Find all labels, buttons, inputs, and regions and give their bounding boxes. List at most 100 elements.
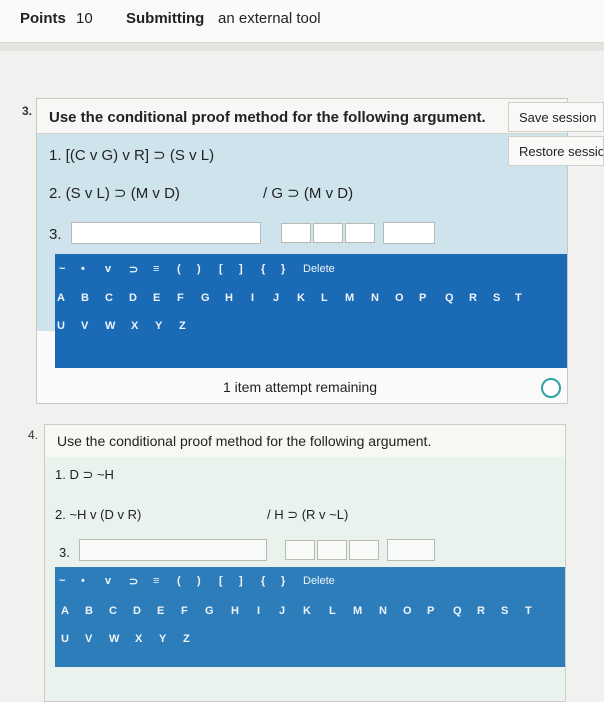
key-x[interactable]: X — [131, 320, 138, 332]
key-lparen[interactable]: ( — [177, 263, 181, 275]
key-g[interactable]: G — [201, 292, 210, 304]
key-l[interactable]: L — [329, 605, 336, 617]
key-equiv[interactable]: ≡ — [153, 263, 159, 275]
save-session-button[interactable]: Save session — [508, 102, 604, 132]
premise-2: 2. (S v L) ⊃ (M v D) — [49, 185, 180, 202]
submitting-label: Submitting — [126, 10, 205, 27]
key-w[interactable]: W — [109, 633, 119, 645]
key-lbrace[interactable]: { — [261, 263, 265, 275]
key-r[interactable]: R — [477, 605, 485, 617]
key-o[interactable]: O — [395, 292, 404, 304]
key-d[interactable]: D — [129, 292, 137, 304]
key-lbrace[interactable]: { — [261, 575, 265, 587]
question-3-panel: Use the conditional proof method for the… — [36, 98, 568, 404]
key-m[interactable]: M — [353, 605, 362, 617]
key-q[interactable]: Q — [445, 292, 454, 304]
key-r[interactable]: R — [469, 292, 477, 304]
points-label: Points — [20, 10, 66, 27]
key-v[interactable]: V — [81, 320, 88, 332]
key-g[interactable]: G — [205, 605, 214, 617]
question-3-prompt: Use the conditional proof method for the… — [49, 109, 486, 126]
formula-input[interactable] — [71, 222, 261, 244]
key-tilde[interactable]: ~ — [59, 263, 65, 275]
key-b[interactable]: B — [85, 605, 93, 617]
key-i[interactable]: I — [251, 292, 254, 304]
key-u[interactable]: U — [61, 633, 69, 645]
key-y[interactable]: Y — [155, 320, 162, 332]
key-h[interactable]: H — [231, 605, 239, 617]
key-q[interactable]: Q — [453, 605, 462, 617]
justification-line-input-1[interactable] — [281, 223, 311, 243]
key-e[interactable]: E — [157, 605, 164, 617]
restore-session-button[interactable]: Restore session — [508, 136, 604, 166]
key-e[interactable]: E — [153, 292, 160, 304]
key-x[interactable]: X — [135, 633, 142, 645]
key-b[interactable]: B — [81, 292, 89, 304]
key-c[interactable]: C — [109, 605, 117, 617]
key-y[interactable]: Y — [159, 633, 166, 645]
key-implies[interactable]: ⊃ — [129, 575, 138, 588]
key-rparen[interactable]: ) — [197, 263, 201, 275]
key-lparen[interactable]: ( — [177, 575, 181, 587]
key-k[interactable]: K — [297, 292, 305, 304]
conclusion: / H ⊃ (R v ~L) — [267, 507, 349, 522]
key-a[interactable]: A — [61, 605, 69, 617]
key-f[interactable]: F — [177, 292, 184, 304]
key-rbracket[interactable]: ] — [239, 575, 243, 587]
question-4-prompt: Use the conditional proof method for the… — [57, 433, 432, 449]
key-delete[interactable]: Delete — [303, 263, 335, 275]
key-lbracket[interactable]: [ — [219, 575, 223, 587]
key-tilde[interactable]: ~ — [59, 575, 65, 587]
key-lbracket[interactable]: [ — [219, 263, 223, 275]
key-f[interactable]: F — [181, 605, 188, 617]
step-label: 3. — [59, 545, 70, 560]
key-i[interactable]: I — [257, 605, 260, 617]
key-p[interactable]: P — [419, 292, 426, 304]
key-h[interactable]: H — [225, 292, 233, 304]
key-a[interactable]: A — [57, 292, 65, 304]
key-or[interactable]: v — [105, 263, 111, 275]
formula-input[interactable] — [79, 539, 267, 561]
attempts-remaining: 1 item attempt remaining — [223, 379, 378, 395]
justification-line-input-2[interactable] — [317, 540, 347, 560]
justification-line-input-1[interactable] — [285, 540, 315, 560]
key-u[interactable]: U — [57, 320, 65, 332]
key-z[interactable]: Z — [183, 633, 190, 645]
key-j[interactable]: J — [279, 605, 285, 617]
key-n[interactable]: N — [371, 292, 379, 304]
key-rbrace[interactable]: } — [281, 263, 285, 275]
key-t[interactable]: T — [515, 292, 522, 304]
justification-line-input-2[interactable] — [313, 223, 343, 243]
key-d[interactable]: D — [133, 605, 141, 617]
key-dot[interactable]: • — [81, 575, 85, 587]
key-o[interactable]: O — [403, 605, 412, 617]
key-rbracket[interactable]: ] — [239, 263, 243, 275]
key-v[interactable]: V — [85, 633, 92, 645]
question-4-panel: Use the conditional proof method for the… — [44, 424, 566, 702]
justification-line-input-3[interactable] — [349, 540, 379, 560]
key-w[interactable]: W — [105, 320, 115, 332]
key-rbrace[interactable]: } — [281, 575, 285, 587]
rule-input[interactable] — [387, 539, 435, 561]
key-or[interactable]: v — [105, 575, 111, 587]
key-j[interactable]: J — [273, 292, 279, 304]
key-k[interactable]: K — [303, 605, 311, 617]
key-l[interactable]: L — [321, 292, 328, 304]
rule-input[interactable] — [383, 222, 435, 244]
key-implies[interactable]: ⊃ — [129, 263, 138, 276]
key-s[interactable]: S — [501, 605, 508, 617]
key-dot[interactable]: • — [81, 263, 85, 275]
justification-line-input-3[interactable] — [345, 223, 375, 243]
key-m[interactable]: M — [345, 292, 354, 304]
symbol-keyboard: ~ • v ⊃ ≡ ( ) [ ] { } Delete A B C D E F… — [55, 254, 567, 368]
key-s[interactable]: S — [493, 292, 500, 304]
key-rparen[interactable]: ) — [197, 575, 201, 587]
key-equiv[interactable]: ≡ — [153, 575, 159, 587]
key-c[interactable]: C — [105, 292, 113, 304]
key-p[interactable]: P — [427, 605, 434, 617]
status-circle-icon — [541, 378, 561, 398]
key-t[interactable]: T — [525, 605, 532, 617]
key-z[interactable]: Z — [179, 320, 186, 332]
key-n[interactable]: N — [379, 605, 387, 617]
key-delete[interactable]: Delete — [303, 575, 335, 587]
